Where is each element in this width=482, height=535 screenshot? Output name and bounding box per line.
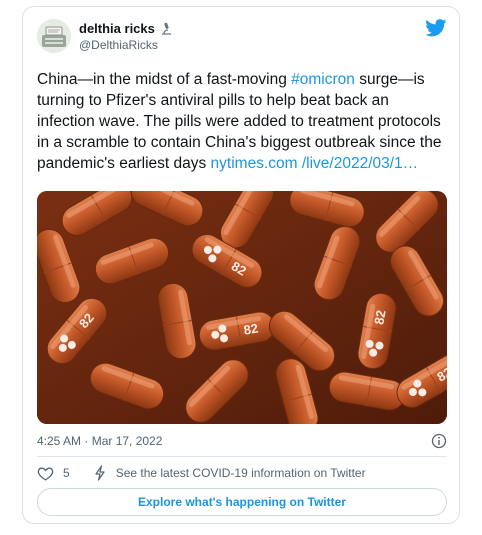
- hashtag-link[interactable]: #omicron: [291, 71, 355, 88]
- pill-label: 82: [371, 309, 388, 326]
- avatar[interactable]: [37, 19, 71, 53]
- microscope-icon: [161, 22, 171, 35]
- article-link[interactable]: nytimes.com /live/2022/03/1…: [211, 155, 419, 172]
- pill-label: 82: [242, 320, 259, 337]
- tweet-photo[interactable]: 82 82 82 82 82: [37, 191, 447, 424]
- tweet-actions: 5 See the latest COVID-19 information on…: [37, 461, 447, 485]
- pills-photo: 8282 828282: [37, 191, 447, 424]
- tweet-text-part-1: China—in the midst of a fast-moving: [37, 71, 292, 88]
- divider: [37, 456, 447, 457]
- twitter-bird-icon[interactable]: [425, 19, 447, 37]
- timestamp[interactable]: 4:25 AM · Mar 17, 2022: [37, 434, 162, 448]
- author-name-row[interactable]: delthia ricks: [79, 21, 173, 36]
- covid-info-link[interactable]: See the latest COVID-19 information on T…: [116, 466, 366, 480]
- author-handle[interactable]: @DelthiaRicks: [79, 38, 158, 52]
- tweet-header: delthia ricks @DelthiaRicks: [23, 7, 459, 63]
- tweet-text: China—in the midst of a fast-moving #omi…: [37, 69, 447, 174]
- heart-icon[interactable]: [37, 465, 54, 482]
- lightning-bolt-icon: [95, 465, 105, 481]
- like-count: 5: [63, 466, 70, 480]
- tweet-meta: 4:25 AM · Mar 17, 2022: [37, 431, 447, 451]
- tweet-card[interactable]: delthia ricks @DelthiaRicks China—in the…: [22, 6, 460, 524]
- author-name[interactable]: delthia ricks: [79, 21, 155, 36]
- info-icon[interactable]: [431, 433, 447, 449]
- explore-button[interactable]: Explore what's happening on Twitter: [37, 488, 447, 516]
